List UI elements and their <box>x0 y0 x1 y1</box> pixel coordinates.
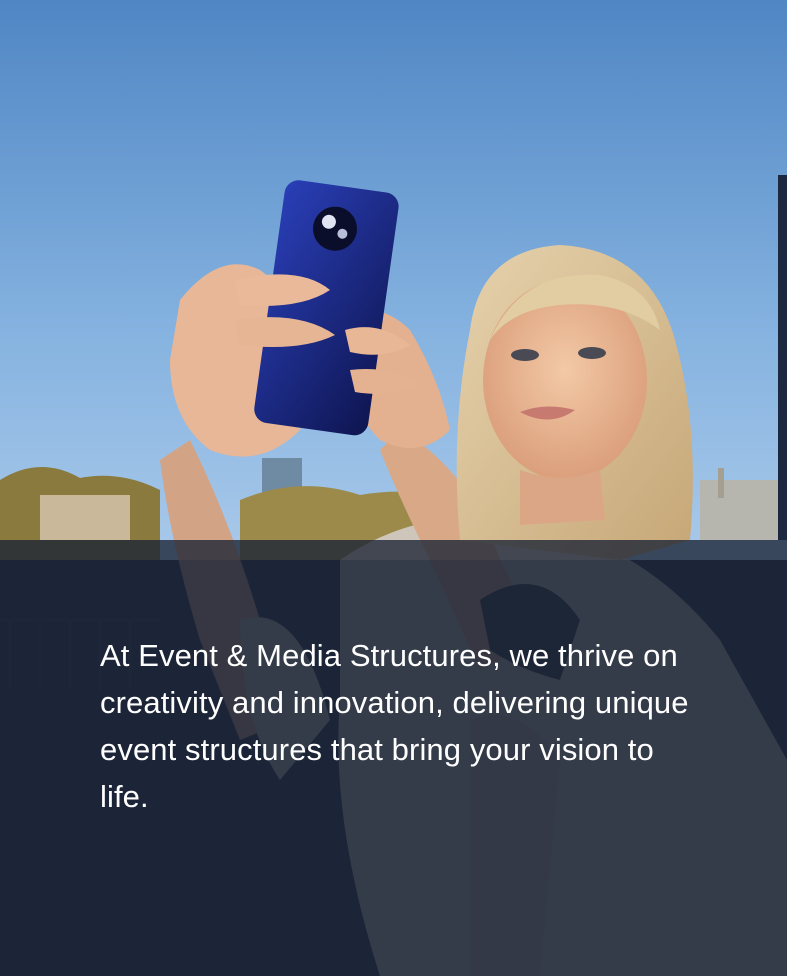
hero-caption: At Event & Media Structures, we thrive o… <box>100 638 689 814</box>
hero-section: At Event & Media Structures, we thrive o… <box>0 0 787 976</box>
